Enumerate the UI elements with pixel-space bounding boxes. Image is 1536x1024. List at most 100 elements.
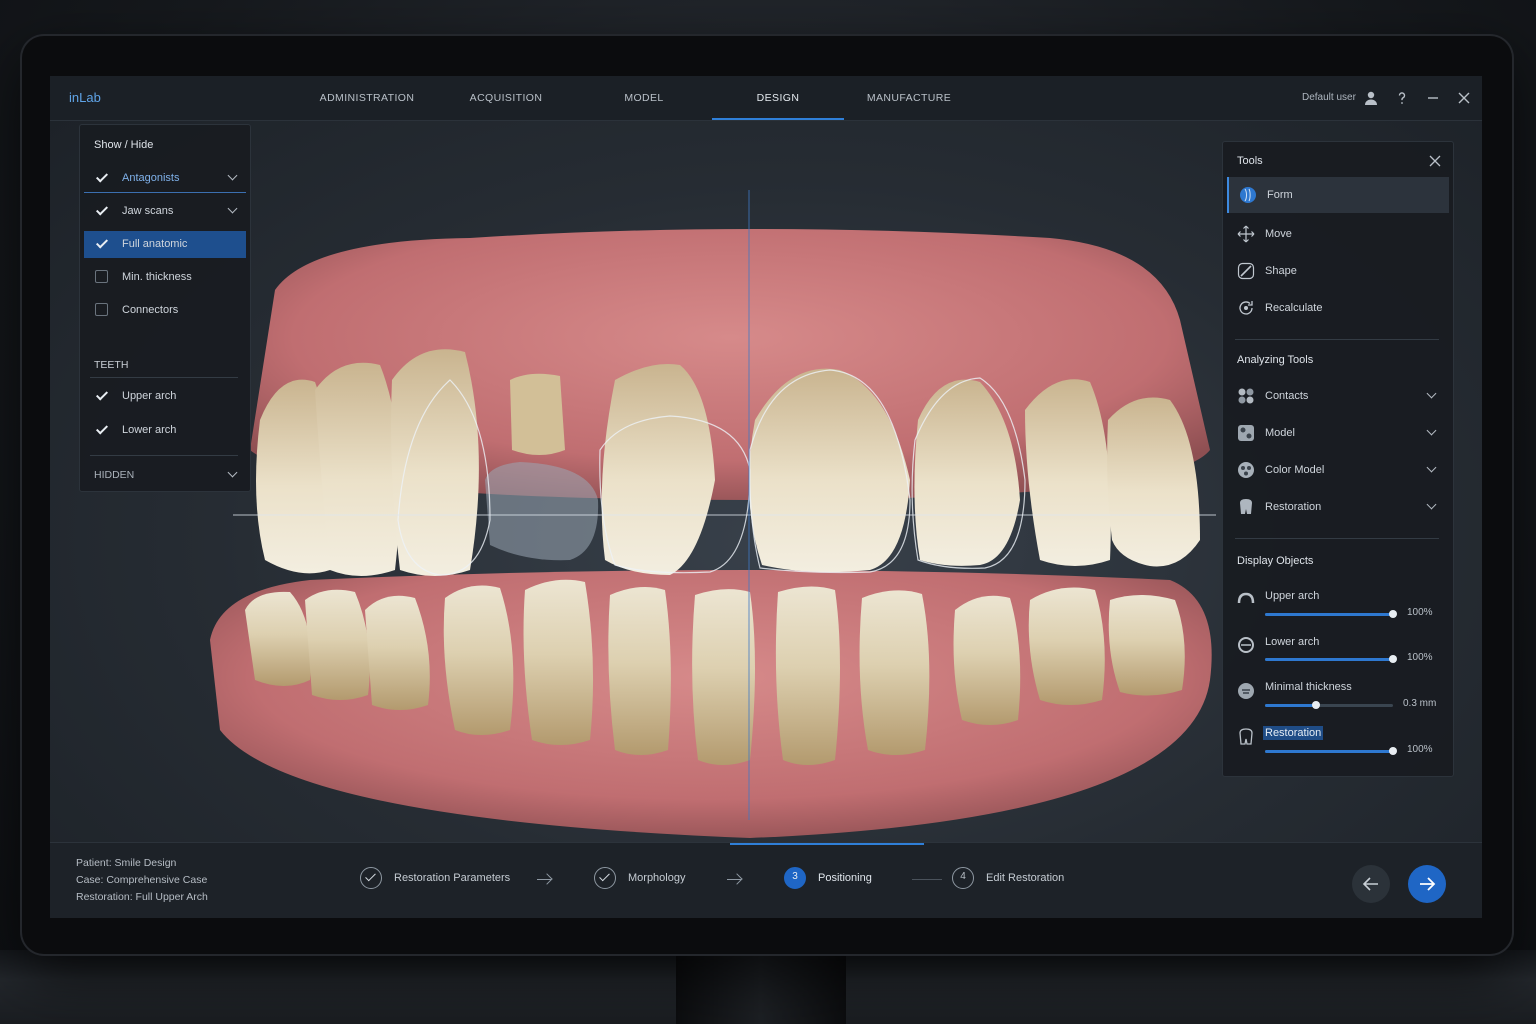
workflow-bar: Patient: Smile Design Case: Comprehensiv… <box>50 842 1482 918</box>
monitor-stand <box>676 955 846 1024</box>
lower-arch-slider[interactable] <box>1265 655 1397 663</box>
step-number: 4 <box>960 871 966 882</box>
toggle-label: Antagonists <box>122 172 180 184</box>
next-button[interactable] <box>1408 865 1446 903</box>
checkbox-checked[interactable] <box>95 171 108 184</box>
teeth-section-header: TEETH <box>94 359 129 371</box>
step-number: 3 <box>792 871 798 882</box>
check-circle-icon <box>360 867 382 889</box>
patient-info: Patient: Smile Design <box>76 857 177 869</box>
analyzing-tools-title: Analyzing Tools <box>1237 354 1314 366</box>
toggle-upper-arch[interactable]: Upper arch <box>84 383 246 410</box>
display-label: Restoration <box>1263 726 1324 740</box>
toggle-connectors[interactable]: Connectors <box>84 297 246 324</box>
analyze-color-model[interactable]: Color Model <box>1227 452 1449 488</box>
chevron-down-icon[interactable] <box>1426 425 1437 436</box>
toggle-label: Upper arch <box>122 390 177 402</box>
tab-model[interactable]: MODEL <box>606 76 682 120</box>
divider <box>90 377 238 378</box>
model-icon <box>1237 424 1255 442</box>
chevron-down-icon[interactable] <box>1426 499 1437 510</box>
divider <box>1235 339 1439 340</box>
arrow-left-icon <box>1362 877 1378 891</box>
step-restoration-parameters[interactable]: Restoration Parameters <box>360 867 520 893</box>
checkbox-unchecked[interactable] <box>95 303 108 316</box>
tab-administration[interactable]: ADMINISTRATION <box>314 76 420 120</box>
checkbox-checked[interactable] <box>95 237 108 250</box>
back-button[interactable] <box>1352 865 1390 903</box>
move-icon <box>1237 225 1255 243</box>
restoration-slider[interactable] <box>1265 747 1397 755</box>
check-circle-icon <box>594 867 616 889</box>
chevron-down-icon[interactable] <box>1426 462 1437 473</box>
user-label: Default user <box>1302 92 1356 103</box>
checkbox-checked[interactable] <box>95 204 108 217</box>
chevron-down-icon[interactable] <box>227 467 238 478</box>
display-value: 100% <box>1407 607 1433 618</box>
chevron-down-icon[interactable] <box>227 203 238 214</box>
toggle-label: Full anatomic <box>122 238 188 250</box>
toggle-antagonists[interactable]: Antagonists <box>84 165 246 193</box>
case-info: Case: Comprehensive Case <box>76 874 208 886</box>
divider <box>90 455 238 456</box>
toggle-label: Jaw scans <box>122 205 174 217</box>
hidden-section-toggle[interactable]: HIDDEN <box>84 462 246 489</box>
tool-label: Shape <box>1265 265 1297 277</box>
analyze-contacts[interactable]: Contacts <box>1227 378 1449 414</box>
step-label: Restoration Parameters <box>394 872 511 884</box>
step-label: Positioning <box>818 872 872 884</box>
form-icon <box>1239 186 1257 204</box>
close-icon[interactable] <box>1429 154 1441 167</box>
app-window: inLab ADMINISTRATION ACQUISITION MODEL D… <box>50 76 1482 918</box>
step-label: Edit Restoration <box>986 872 1065 884</box>
tool-move[interactable]: Move <box>1227 216 1449 252</box>
hidden-label: HIDDEN <box>94 469 135 481</box>
tool-label: Form <box>1267 189 1293 201</box>
display-value: 100% <box>1407 652 1433 663</box>
user-icon[interactable] <box>1361 88 1381 108</box>
tools-title: Tools <box>1237 155 1263 167</box>
arrow-right-icon <box>537 879 551 880</box>
display-label: Minimal thickness <box>1265 681 1352 693</box>
toggle-min-thickness[interactable]: Min. thickness <box>84 264 246 291</box>
tool-shape[interactable]: Shape <box>1227 253 1449 289</box>
toggle-lower-arch[interactable]: Lower arch <box>84 417 246 444</box>
step-edit-restoration[interactable]: 4 Edit Restoration <box>952 867 1092 893</box>
tab-manufacture[interactable]: MANUFACTURE <box>862 76 956 120</box>
display-label: Upper arch <box>1265 590 1320 602</box>
checkbox-unchecked[interactable] <box>95 270 108 283</box>
restoration-icon <box>1237 728 1255 751</box>
close-icon[interactable] <box>1454 88 1474 108</box>
checkbox-checked[interactable] <box>95 389 108 402</box>
tool-label: Move <box>1265 228 1292 240</box>
chevron-down-icon[interactable] <box>1426 388 1437 399</box>
restoration-icon <box>1237 498 1255 516</box>
analyze-model[interactable]: Model <box>1227 415 1449 451</box>
shape-icon <box>1237 262 1255 280</box>
step-positioning[interactable]: 3 Positioning <box>784 867 884 893</box>
tab-design[interactable]: DESIGN <box>712 76 844 120</box>
help-icon[interactable] <box>1392 88 1412 108</box>
3d-viewport[interactable]: Show / Hide Antagonists Jaw scans Full a… <box>50 120 1482 842</box>
checkbox-checked[interactable] <box>95 423 108 436</box>
display-value: 0.3 mm <box>1403 698 1437 709</box>
tool-form[interactable]: Form <box>1227 177 1449 213</box>
minimal-thickness-icon <box>1237 682 1255 705</box>
upper-arch-slider[interactable] <box>1265 610 1397 618</box>
top-bar: inLab ADMINISTRATION ACQUISITION MODEL D… <box>50 76 1482 121</box>
color-model-icon <box>1237 461 1255 479</box>
divider <box>1235 538 1439 539</box>
toggle-full-anatomic[interactable]: Full anatomic <box>84 231 246 258</box>
step-label: Morphology <box>628 872 686 884</box>
app-brand: inLab <box>69 90 101 105</box>
chevron-down-icon[interactable] <box>227 170 238 181</box>
toggle-jaw-scans[interactable]: Jaw scans <box>84 198 246 225</box>
tool-recalculate[interactable]: Recalculate <box>1227 290 1449 326</box>
arrow-right-icon <box>1420 877 1436 891</box>
analyze-restoration[interactable]: Restoration <box>1227 489 1449 525</box>
minimal-thickness-slider[interactable] <box>1265 701 1393 709</box>
tool-label: Contacts <box>1265 390 1309 402</box>
tab-acquisition[interactable]: ACQUISITION <box>460 76 552 120</box>
minimize-icon[interactable] <box>1423 88 1443 108</box>
step-morphology[interactable]: Morphology <box>594 867 704 893</box>
